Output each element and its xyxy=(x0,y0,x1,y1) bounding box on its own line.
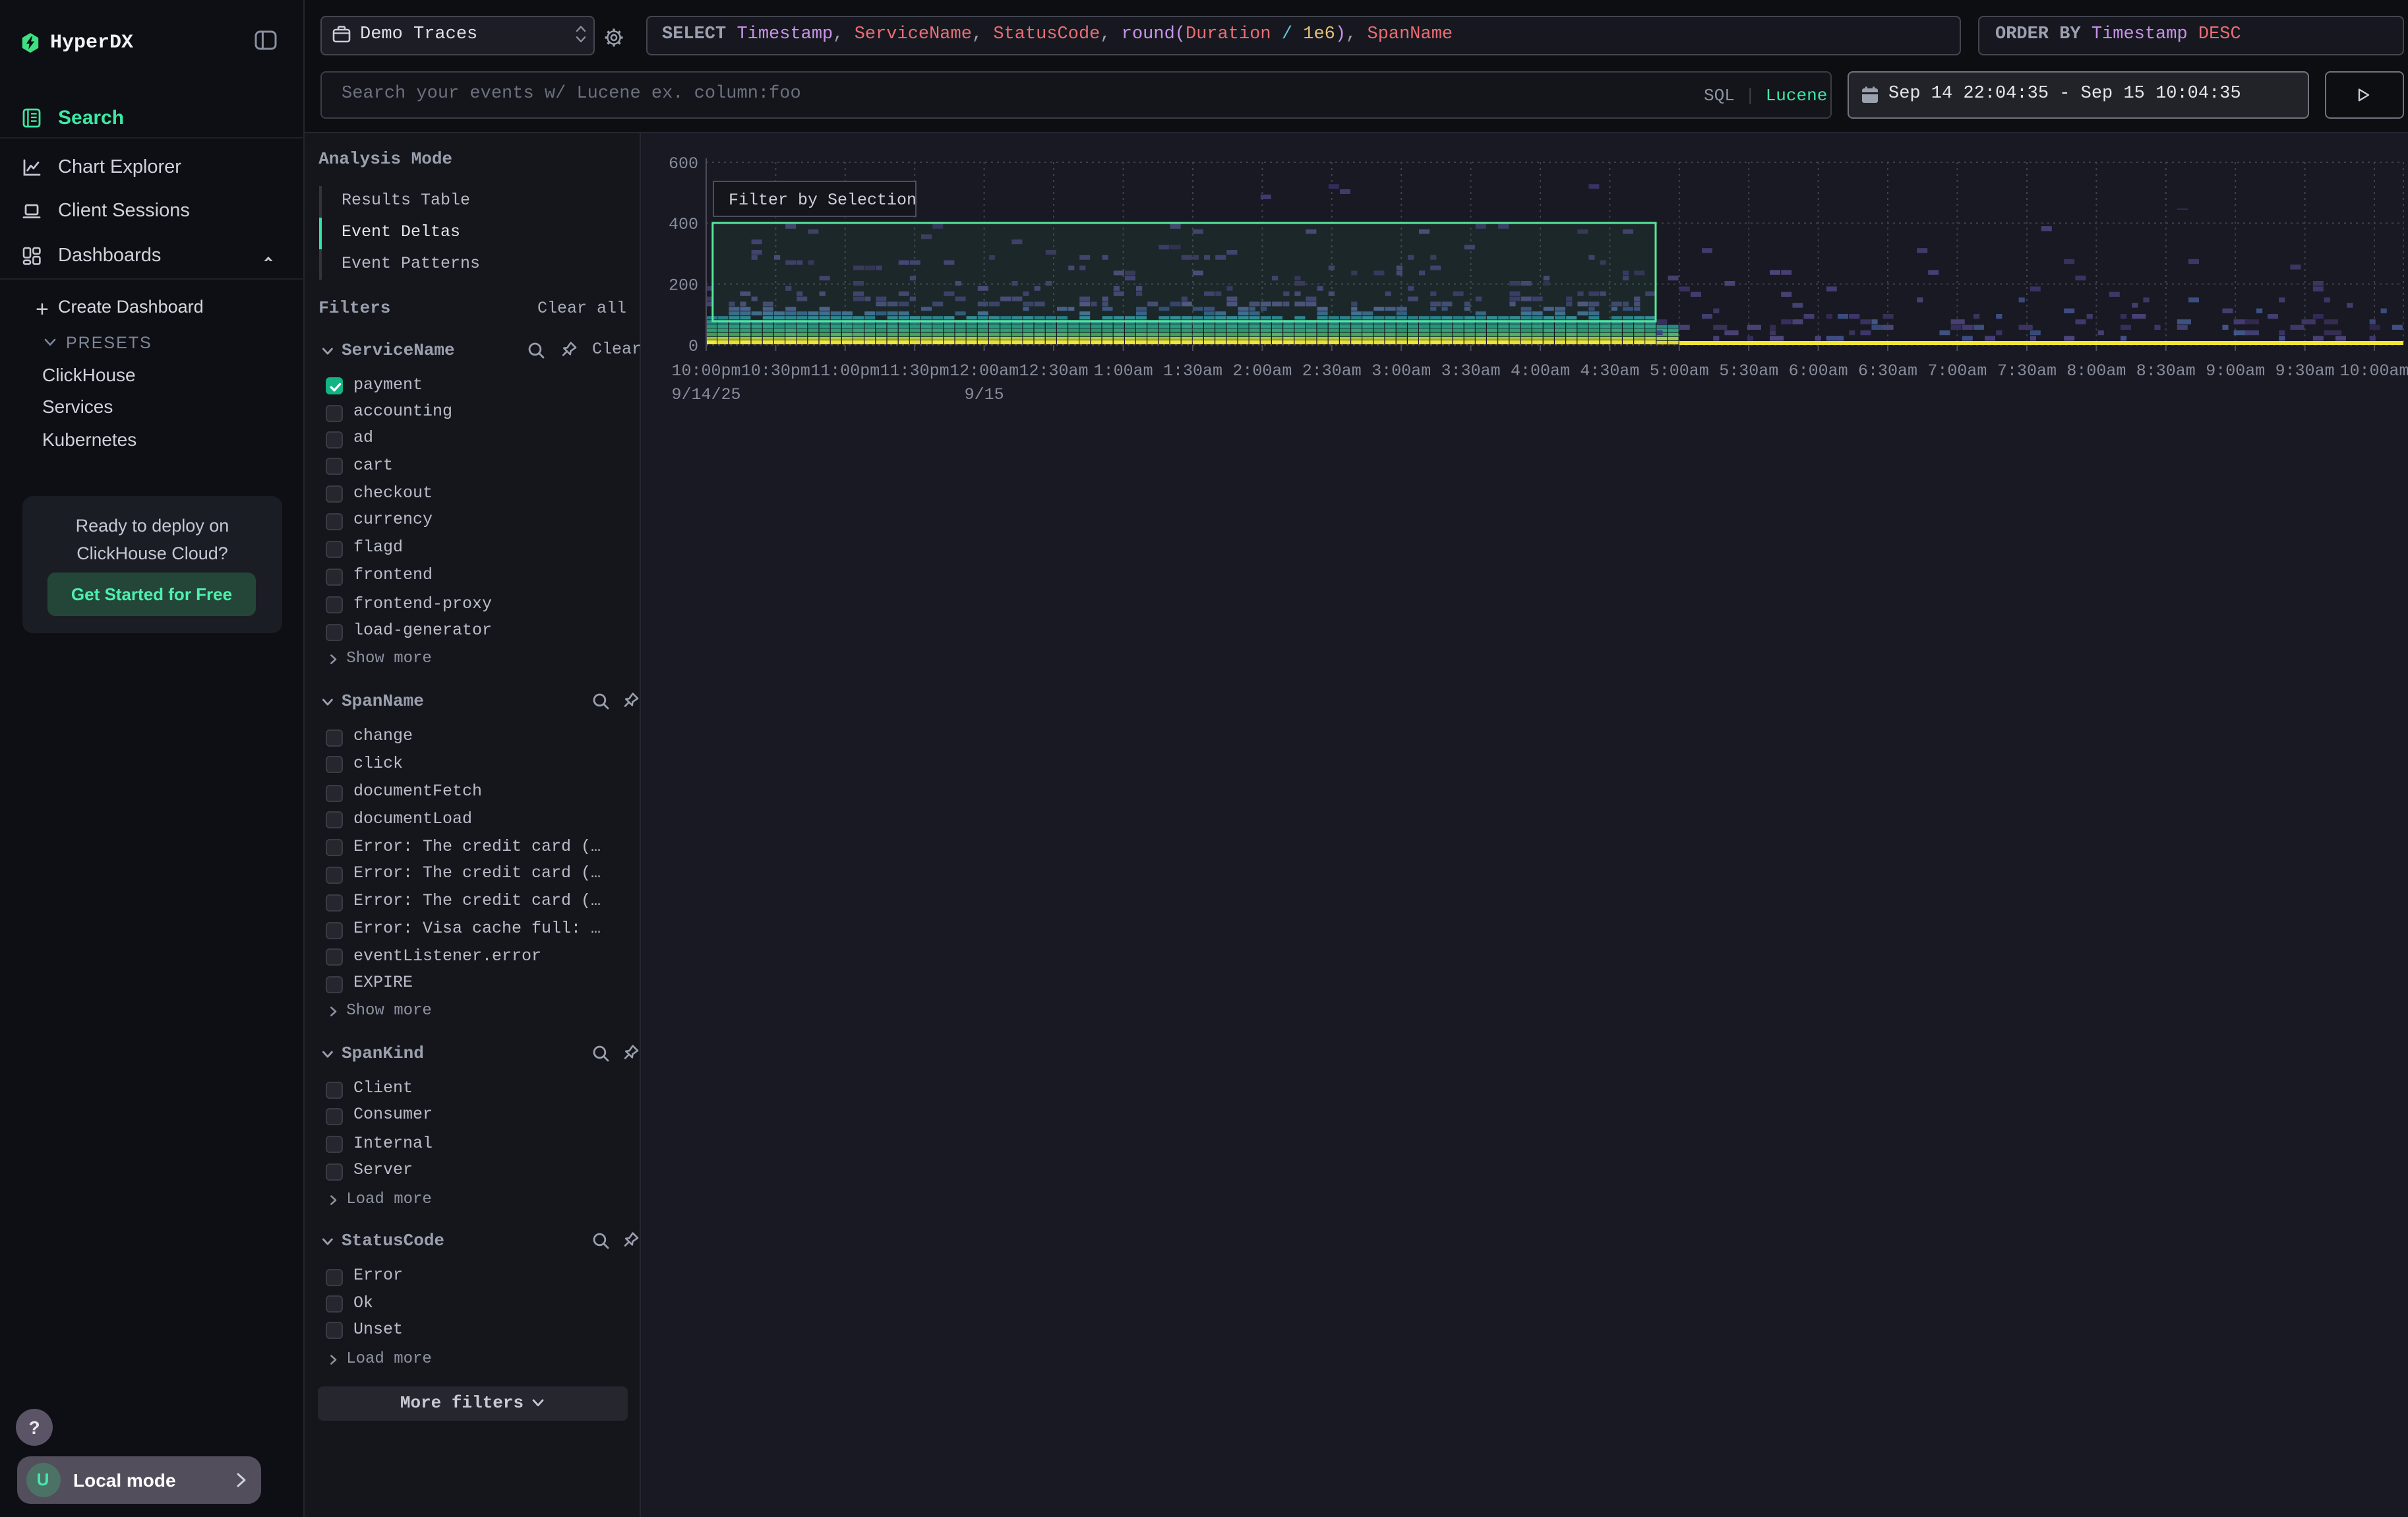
svg-text:3:30am: 3:30am xyxy=(1441,361,1501,381)
svg-text:600: 600 xyxy=(669,154,698,173)
svg-text:1:00am: 1:00am xyxy=(1094,361,1153,381)
svg-text:2:00am: 2:00am xyxy=(1232,361,1292,381)
svg-text:3:00am: 3:00am xyxy=(1371,361,1431,381)
svg-text:8:30am: 8:30am xyxy=(2136,361,2196,381)
svg-text:4:30am: 4:30am xyxy=(1580,361,1639,381)
svg-text:200: 200 xyxy=(669,276,698,295)
svg-text:10:00am: 10:00am xyxy=(2339,361,2408,381)
svg-text:9:30am: 9:30am xyxy=(2275,361,2335,381)
svg-text:1:30am: 1:30am xyxy=(1163,361,1222,381)
svg-text:2:30am: 2:30am xyxy=(1302,361,1362,381)
svg-text:9/15: 9/15 xyxy=(965,385,1004,404)
svg-text:8:00am: 8:00am xyxy=(2066,361,2126,381)
svg-text:9/14/25: 9/14/25 xyxy=(671,385,740,404)
svg-text:12:30am: 12:30am xyxy=(1019,361,1088,381)
svg-text:7:00am: 7:00am xyxy=(1927,361,1987,381)
svg-text:11:00pm: 11:00pm xyxy=(810,361,880,381)
svg-text:11:30pm: 11:30pm xyxy=(880,361,949,381)
svg-text:6:00am: 6:00am xyxy=(1789,361,1848,381)
svg-text:7:30am: 7:30am xyxy=(1997,361,2057,381)
svg-text:10:30pm: 10:30pm xyxy=(741,361,810,381)
svg-text:12:00am: 12:00am xyxy=(949,361,1019,381)
svg-text:5:30am: 5:30am xyxy=(1719,361,1778,381)
svg-text:4:00am: 4:00am xyxy=(1511,361,1570,381)
svg-text:9:00am: 9:00am xyxy=(2206,361,2265,381)
svg-text:10:00pm: 10:00pm xyxy=(671,361,740,381)
svg-text:6:30am: 6:30am xyxy=(1858,361,1917,381)
svg-text:Filter by Selection: Filter by Selection xyxy=(729,191,917,210)
svg-text:400: 400 xyxy=(669,215,698,234)
svg-text:5:00am: 5:00am xyxy=(1650,361,1709,381)
svg-text:0: 0 xyxy=(688,337,698,356)
